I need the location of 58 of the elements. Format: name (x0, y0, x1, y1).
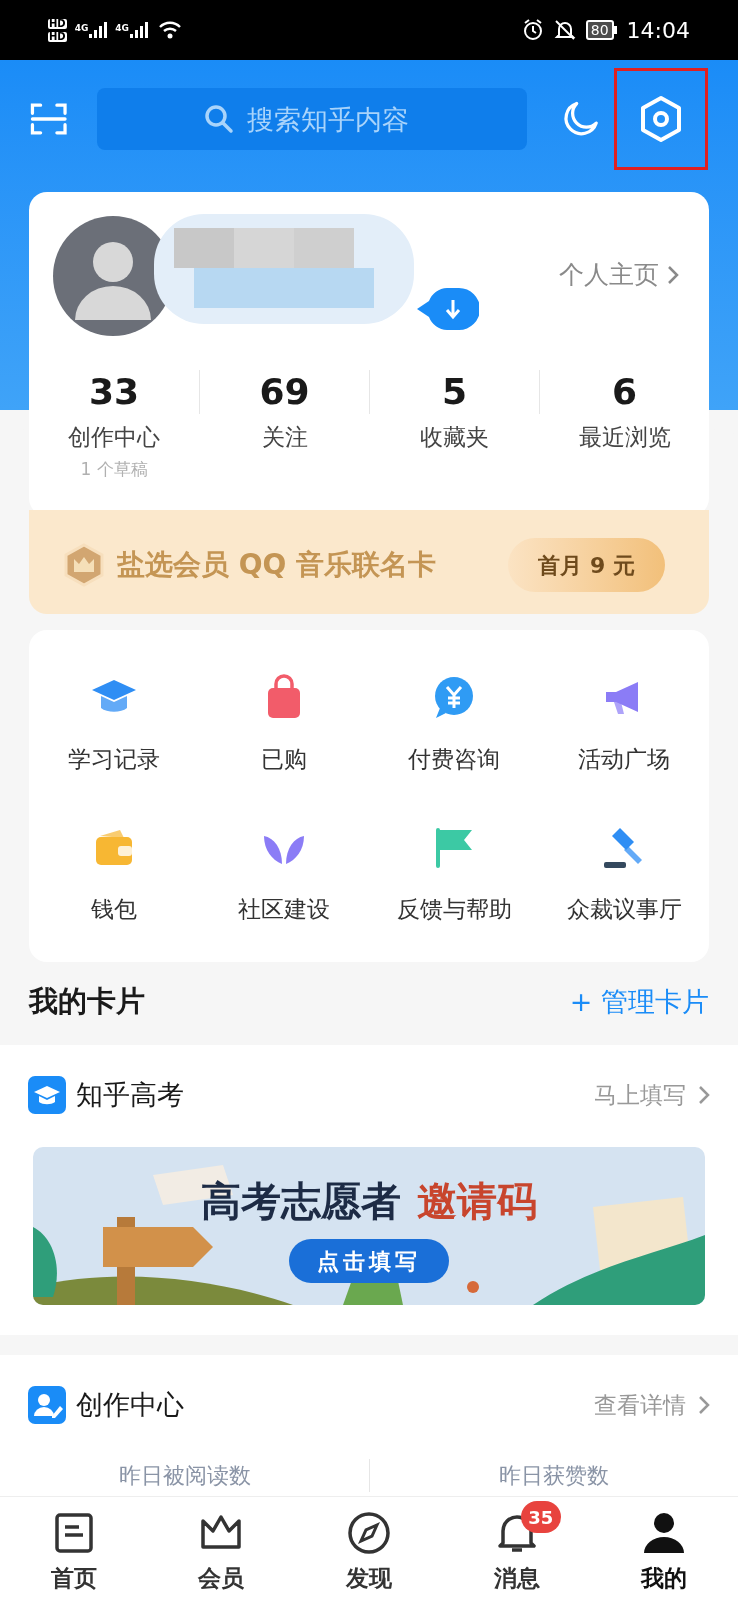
shortcut-label[interactable]: 众裁议事厅 (566, 892, 682, 927)
signal-icon (89, 22, 108, 38)
stat-label[interactable]: 最近浏览 (578, 420, 671, 455)
stat-value[interactable]: 33 (88, 370, 140, 414)
nav-tab[interactable]: 首页 (0, 1497, 148, 1600)
banner-highlight: 邀请码 (417, 1177, 537, 1226)
battery-indicator: 80 (585, 20, 614, 40)
crown-badge-icon (63, 543, 105, 587)
metric-label: 昨日被阅读数 (117, 1462, 252, 1490)
bell-muted-icon (553, 19, 576, 41)
stat-label[interactable]: 关注 (261, 420, 308, 455)
shortcut-label[interactable]: 社区建设 (238, 892, 330, 927)
stat-value[interactable]: 69 (259, 370, 310, 414)
person-icon (642, 1511, 687, 1555)
notification-badge: 35 (520, 1501, 561, 1533)
search-icon (203, 103, 236, 135)
card-title: 创作中心 (76, 1387, 184, 1422)
graduation-cap-icon (28, 1076, 66, 1114)
nav-tab[interactable]: 发现 (295, 1497, 443, 1600)
clock-time: 14:04 (626, 16, 690, 45)
compass-icon (347, 1511, 391, 1555)
shortcut-label[interactable]: 付费咨询 (408, 742, 500, 777)
offer-button[interactable]: 首月 9 元 (508, 538, 665, 592)
alarm-icon (521, 19, 544, 41)
sim-label: HD (48, 31, 67, 42)
stat-label[interactable]: 收藏夹 (420, 420, 489, 455)
signal-icon (130, 22, 148, 38)
stat-label[interactable]: 创作中心 (68, 420, 160, 455)
settings-icon[interactable] (638, 95, 683, 143)
sim-label: HD (48, 18, 67, 29)
nav-tab[interactable]: 我的 (590, 1497, 738, 1600)
network-label: 4G (74, 22, 89, 35)
chevron-right-icon (698, 1395, 710, 1415)
card-title: 知乎高考 (76, 1077, 184, 1112)
stat-value[interactable]: 5 (441, 370, 468, 414)
shortcut-label[interactable]: 反馈与帮助 (396, 892, 512, 927)
membership-promo-text: 盐选会员 QQ 音乐联名卡 (117, 547, 437, 583)
membership-banner[interactable]: 盐选会员 QQ 音乐联名卡 首月 9 元 (29, 510, 709, 614)
shortcut-label[interactable]: 活动广场 (578, 742, 670, 777)
chevron-right-icon (667, 264, 679, 285)
nav-tab[interactable]: 消息 35 (442, 1497, 591, 1600)
metric-label: 昨日获赞数 (369, 1459, 738, 1492)
shortcut-label[interactable]: 已购 (261, 742, 307, 777)
creator-icon (28, 1386, 66, 1424)
shortcut-label[interactable]: 钱包 (91, 892, 137, 927)
network-label: 4G (115, 22, 129, 35)
fill-in-button[interactable]: 点击填写 (289, 1239, 449, 1283)
search-field[interactable]: 搜索知乎内容 (97, 88, 528, 150)
banner-headline: 高考志愿者 (201, 1177, 401, 1226)
section-title: 我的卡片 (29, 983, 145, 1020)
promo-banner[interactable]: 高考志愿者 邀请码 点击填写 (33, 1147, 705, 1305)
wifi-icon (158, 21, 182, 39)
nav-tab[interactable]: 会员 (147, 1497, 296, 1600)
chevron-right-icon (698, 1085, 710, 1105)
download-badge-icon (417, 288, 479, 330)
stat-note: 1 个草稿 (80, 457, 148, 481)
stat-value[interactable]: 6 (611, 370, 638, 414)
shortcut-label[interactable]: 学习记录 (68, 742, 160, 777)
